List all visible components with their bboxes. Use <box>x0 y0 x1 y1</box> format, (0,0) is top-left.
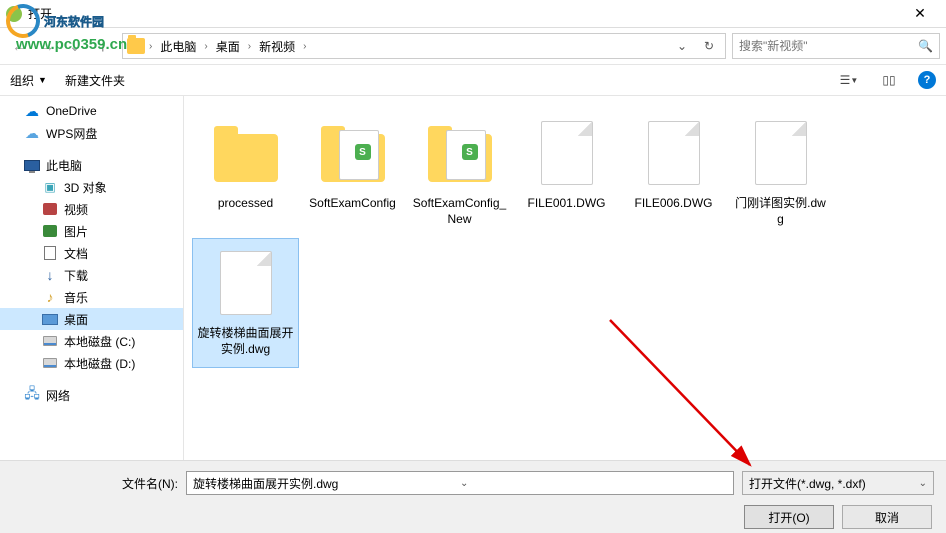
search-box[interactable]: 🔍 <box>732 33 940 59</box>
file-label: FILE001.DWG <box>527 195 605 211</box>
folder-icon: S <box>317 117 389 189</box>
file-icon <box>638 117 710 189</box>
sidebar-item-wps[interactable]: ☁WPS网盘 <box>0 122 183 144</box>
sidebar-item-network[interactable]: 🖧网络 <box>0 384 183 406</box>
nav-recent-button[interactable]: ⌄ <box>62 33 88 59</box>
new-folder-button[interactable]: 新建文件夹 <box>65 72 125 89</box>
cloud-icon: ☁ <box>24 103 40 119</box>
file-label: SoftExamConfig_New <box>411 195 508 227</box>
network-icon: 🖧 <box>24 387 40 403</box>
chevron-right-icon: › <box>149 41 152 52</box>
pictures-icon <box>42 223 58 239</box>
sidebar-item-documents[interactable]: 文档 <box>0 242 183 264</box>
filetype-value: 打开文件(*.dwg, *.dxf) <box>749 475 919 492</box>
sidebar-item-disk-c[interactable]: 本地磁盘 (C:) <box>0 330 183 352</box>
close-button[interactable]: ✕ <box>900 5 940 22</box>
folder-icon <box>210 117 282 189</box>
sidebar-item-3d[interactable]: ▣3D 对象 <box>0 176 183 198</box>
sidebar-item-disk-d[interactable]: 本地磁盘 (D:) <box>0 352 183 374</box>
file-item[interactable]: 门刚详图实例.dwg <box>727 108 834 238</box>
file-label: SoftExamConfig <box>309 195 396 211</box>
file-item[interactable]: S SoftExamConfig_New <box>406 108 513 238</box>
documents-icon <box>42 245 58 261</box>
file-label: processed <box>218 195 273 211</box>
music-icon: ♪ <box>42 289 58 305</box>
file-label: 门刚详图实例.dwg <box>732 195 829 227</box>
sidebar-item-music[interactable]: ♪音乐 <box>0 286 183 308</box>
breadcrumb-item[interactable]: 此电脑 <box>156 36 200 57</box>
window-title: 打开 <box>28 5 900 22</box>
chevron-down-icon: ▼ <box>38 75 47 85</box>
filename-label: 文件名(N): <box>12 475 178 492</box>
folder-icon: S <box>424 117 496 189</box>
navigation-sidebar: ☁OneDrive ☁WPS网盘 此电脑 ▣3D 对象 视频 图片 文档 ↓下载… <box>0 96 184 460</box>
search-input[interactable] <box>739 39 918 53</box>
sidebar-item-desktop[interactable]: 桌面 <box>0 308 183 330</box>
breadcrumb-dropdown[interactable]: ⌄ <box>671 39 693 53</box>
chevron-down-icon[interactable]: ⌄ <box>460 478 727 489</box>
disk-icon <box>42 355 58 371</box>
chevron-down-icon[interactable]: ⌄ <box>919 478 927 489</box>
dialog-footer: 文件名(N): 旋转楼梯曲面展开实例.dwg ⌄ 打开文件(*.dwg, *.d… <box>0 460 946 533</box>
search-icon[interactable]: 🔍 <box>918 39 933 53</box>
filename-combo[interactable]: 旋转楼梯曲面展开实例.dwg ⌄ <box>186 471 734 495</box>
help-icon[interactable]: ? <box>918 71 936 89</box>
file-item[interactable]: 旋转楼梯曲面展开实例.dwg <box>192 238 299 368</box>
cancel-button[interactable]: 取消 <box>842 505 932 529</box>
pc-icon <box>24 157 40 173</box>
desktop-icon <box>42 311 58 327</box>
view-options-icon[interactable]: ☰ ▼ <box>838 71 860 89</box>
file-icon <box>531 117 603 189</box>
nav-forward-button[interactable]: → <box>34 33 60 59</box>
sidebar-item-pictures[interactable]: 图片 <box>0 220 183 242</box>
toolbar: 组织 ▼ 新建文件夹 ☰ ▼ ▯▯ ? <box>0 64 946 96</box>
nav-bar: ← → ⌄ ↑ › 此电脑 › 桌面 › 新视频 › ⌄ ↻ 🔍 <box>0 28 946 64</box>
refresh-button[interactable]: ↻ <box>697 39 721 53</box>
file-icon <box>210 247 282 319</box>
chevron-right-icon: › <box>248 41 251 52</box>
sidebar-item-video[interactable]: 视频 <box>0 198 183 220</box>
breadcrumb[interactable]: › 此电脑 › 桌面 › 新视频 › ⌄ ↻ <box>122 33 726 59</box>
sidebar-item-pc[interactable]: 此电脑 <box>0 154 183 176</box>
open-button[interactable]: 打开(O) <box>744 505 834 529</box>
nav-back-button[interactable]: ← <box>6 33 32 59</box>
3d-icon: ▣ <box>42 179 58 195</box>
sidebar-item-onedrive[interactable]: ☁OneDrive <box>0 100 183 122</box>
breadcrumb-item[interactable]: 桌面 <box>212 36 244 57</box>
file-icon <box>745 117 817 189</box>
sidebar-item-downloads[interactable]: ↓下载 <box>0 264 183 286</box>
preview-pane-icon[interactable]: ▯▯ <box>878 71 900 89</box>
filename-value: 旋转楼梯曲面展开实例.dwg <box>193 475 460 492</box>
chevron-right-icon: › <box>303 41 306 52</box>
file-item[interactable]: processed <box>192 108 299 238</box>
file-item[interactable]: FILE006.DWG <box>620 108 727 238</box>
video-icon <box>42 201 58 217</box>
disk-icon <box>42 333 58 349</box>
nav-up-button[interactable]: ↑ <box>90 33 116 59</box>
file-label: FILE006.DWG <box>634 195 712 211</box>
cloud-icon: ☁ <box>24 125 40 141</box>
file-item[interactable]: FILE001.DWG <box>513 108 620 238</box>
file-label: 旋转楼梯曲面展开实例.dwg <box>197 325 294 357</box>
organize-menu[interactable]: 组织 ▼ <box>10 72 47 89</box>
chevron-right-icon: › <box>204 41 207 52</box>
folder-icon <box>127 38 145 54</box>
filetype-combo[interactable]: 打开文件(*.dwg, *.dxf) ⌄ <box>742 471 934 495</box>
app-icon <box>6 6 22 22</box>
file-item[interactable]: S SoftExamConfig <box>299 108 406 238</box>
file-list: processed S SoftExamConfig S SoftExamConfig_… <box>184 96 946 460</box>
breadcrumb-item[interactable]: 新视频 <box>255 36 299 57</box>
download-icon: ↓ <box>42 267 58 283</box>
titlebar: 打开 ✕ <box>0 0 946 28</box>
